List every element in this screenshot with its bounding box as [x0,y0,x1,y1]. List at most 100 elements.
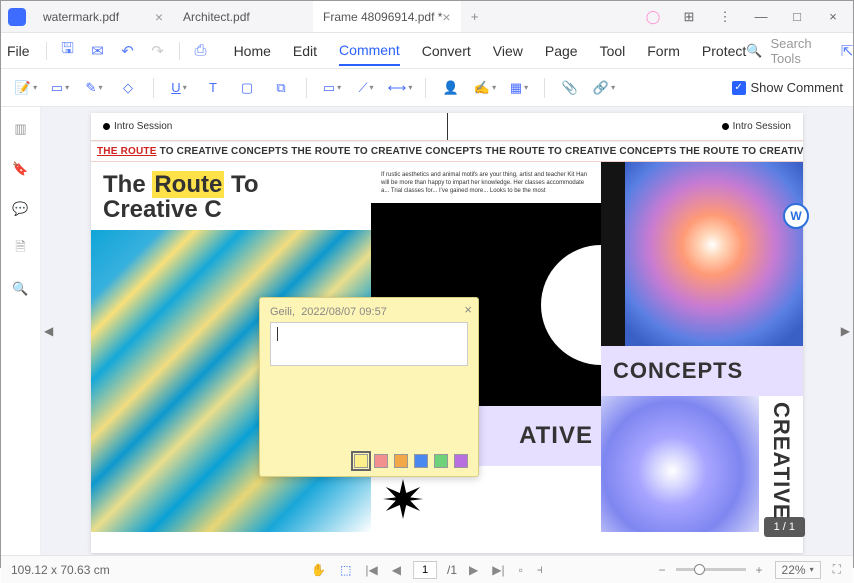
hand-tool-icon[interactable]: ✋ [309,563,328,577]
save-icon[interactable]: 🖫 [55,38,81,64]
next-page-icon[interactable]: ▶ [467,563,480,577]
menu-edit[interactable]: Edit [293,37,317,65]
message-icon[interactable]: ⊞ [675,3,703,31]
shape-line-tool[interactable]: ⟋ [351,75,381,101]
kebab-icon[interactable]: ⋮ [711,3,739,31]
search-tools-input[interactable]: Search Tools [770,36,828,66]
main-area: ▥ 🔖 💬 🗎 🔍 ◀ ▶ Intro Session Intro Sessio… [1,107,853,555]
share-icon[interactable]: ⇱ [837,38,854,64]
text-tool[interactable]: T [198,75,228,101]
file-menu[interactable]: File [7,37,30,65]
menu-page[interactable]: Page [545,37,578,65]
menu-comment[interactable]: Comment [339,36,400,66]
highlight-tool[interactable]: ▭ [45,75,75,101]
color-purple[interactable] [454,454,468,468]
minimize-button[interactable]: — [747,3,775,31]
tab-watermark[interactable]: watermark.pdf × [33,1,173,32]
bookmarks-icon[interactable]: 🔖 [11,159,31,179]
page-indicator-badge: 1 / 1 [764,517,805,537]
canvas[interactable]: ◀ ▶ Intro Session Intro Session THE ROUT… [41,107,853,555]
thumbnails-icon[interactable]: ▥ [11,119,31,139]
dimensions-readout: 109.12 x 70.63 cm [11,563,110,577]
last-page-icon[interactable]: ▶| [490,563,506,577]
underline-tool[interactable]: U [164,75,194,101]
menu-view[interactable]: View [493,37,523,65]
measure-tool[interactable]: ⟷ [385,75,415,101]
tab-architect[interactable]: Architect.pdf [173,1,313,32]
menubar: File 🖫 ✉ ↶ ↷ ⎙ Home Edit Comment Convert… [1,33,853,69]
menu-protect[interactable]: Protect [702,37,746,65]
page-nav: ✋ ⬚ |◀ ◀ /1 ▶ ▶| ▫ ⫞ [309,561,545,579]
tab-label: Frame 48096914.pdf * [323,10,442,24]
zoom-value[interactable]: 22%▾ [775,561,821,579]
word-export-icon[interactable]: W [783,203,809,229]
blue-sphere-image [601,396,759,532]
page-total: /1 [447,563,457,577]
marquee-text: THE ROUTE TO CREATIVE CONCEPTS THE ROUTE… [91,141,803,162]
color-red[interactable] [374,454,388,468]
single-page-icon[interactable]: ▫ [517,563,525,577]
search-icon[interactable]: 🔍 [746,43,762,59]
next-view-icon[interactable]: ▶ [841,324,850,338]
maximize-button[interactable]: □ [783,3,811,31]
note-meta: Geili, 2022/08/07 09:57 [260,298,478,322]
menu-convert[interactable]: Convert [422,37,471,65]
menu-form[interactable]: Form [647,37,680,65]
prev-view-icon[interactable]: ◀ [44,324,53,338]
textbox-tool[interactable]: ▢ [232,75,262,101]
checkbox-icon: ✓ [732,81,746,95]
zoom-slider[interactable]: − + [657,563,765,577]
comments-icon[interactable]: 💬 [11,199,31,219]
stamp-tool[interactable]: 👤 [436,75,466,101]
donut-icon[interactable]: ◯ [639,3,667,31]
eraser-tool[interactable]: ◇ [113,75,143,101]
creative-vertical-label: CREATIVE [759,396,803,532]
note-tool[interactable]: 📝 [11,75,41,101]
sticky-note[interactable]: × Geili, 2022/08/07 09:57 [259,297,479,477]
first-page-icon[interactable]: |◀ [363,563,379,577]
show-comment-label: Show Comment [751,80,843,95]
add-tab-button[interactable]: + [461,1,489,32]
close-icon[interactable]: × [442,9,450,25]
fit-page-icon[interactable]: ⛶ [831,562,843,577]
close-icon[interactable]: × [464,302,472,317]
callout-tool[interactable]: ⧉ [266,75,296,101]
doc-header: Intro Session Intro Session [91,113,803,141]
mail-icon[interactable]: ✉ [85,38,111,64]
show-comment-toggle[interactable]: ✓ Show Comment [732,80,843,95]
close-button[interactable]: × [819,3,847,31]
menu-tool[interactable]: Tool [600,37,626,65]
color-orange[interactable] [394,454,408,468]
tab-strip: watermark.pdf × Architect.pdf Frame 4809… [33,1,633,32]
attachments-panel-icon[interactable]: 🗎 [11,239,31,259]
prev-page-icon[interactable]: ◀ [390,563,403,577]
search-panel-icon[interactable]: 🔍 [11,279,31,299]
pencil-tool[interactable]: ✎ [79,75,109,101]
statusbar: 109.12 x 70.63 cm ✋ ⬚ |◀ ◀ /1 ▶ ▶| ▫ ⫞ −… [1,555,853,583]
zoom-out-icon[interactable]: − [657,563,668,577]
zoom-in-icon[interactable]: + [754,563,765,577]
undo-icon[interactable]: ↶ [115,38,141,64]
tab-frame[interactable]: Frame 48096914.pdf * × [313,1,461,32]
close-icon[interactable]: × [155,9,163,25]
attachment-tool[interactable]: 📎 [555,75,585,101]
note-text-input[interactable] [270,322,468,366]
continuous-icon[interactable]: ⫞ [535,562,545,577]
title-controls: ◯ ⊞ ⋮ — □ × [633,3,853,31]
menu-items: Home Edit Comment Convert View Page Tool… [234,36,747,66]
color-yellow[interactable] [354,454,368,468]
color-blue[interactable] [414,454,428,468]
shape-rect-tool[interactable]: ▭ [317,75,347,101]
body-copy: If rustic aesthetics and animal motifs a… [371,162,601,203]
select-tool-icon[interactable]: ⬚ [338,563,353,577]
intro-left: Intro Session [114,121,172,132]
redo-icon[interactable]: ↷ [145,38,171,64]
signature-tool[interactable]: ✍ [470,75,500,101]
sidebar-left: ▥ 🔖 💬 🗎 🔍 [1,107,41,555]
area-tool[interactable]: ▦ [504,75,534,101]
link-tool[interactable]: 🔗 [589,75,619,101]
print-icon[interactable]: ⎙ [188,38,214,64]
color-green[interactable] [434,454,448,468]
page-number-input[interactable] [413,561,437,579]
menu-home[interactable]: Home [234,37,271,65]
